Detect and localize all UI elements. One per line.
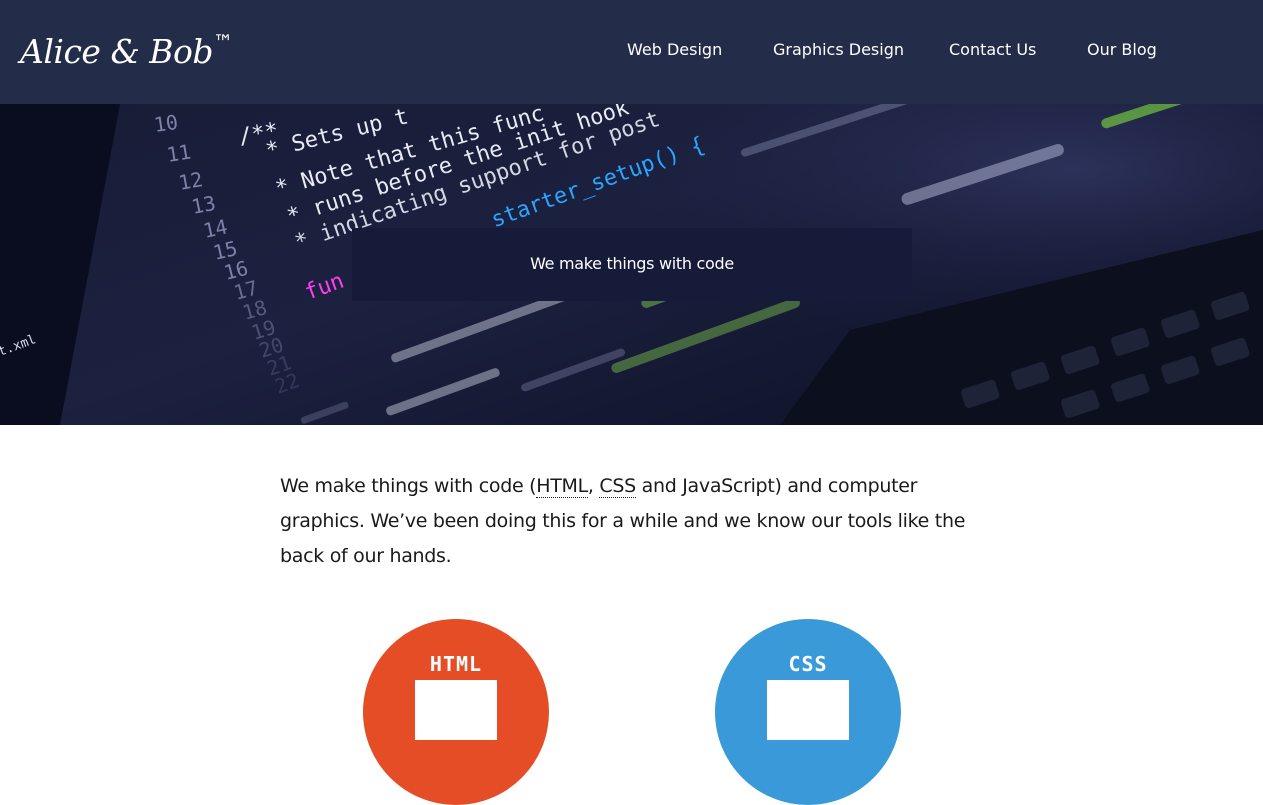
nav-link-web-design[interactable]: Web Design: [627, 38, 722, 62]
intro-paragraph: We make things with code (HTML, CSS and …: [280, 475, 966, 567]
brand-trademark: ™: [213, 30, 233, 54]
hero-tagline: We make things with code: [530, 254, 734, 273]
css-shield-icon: [767, 680, 849, 740]
css-icon-label: CSS: [788, 652, 828, 676]
nav-link-graphics-design[interactable]: Graphics Design: [773, 38, 904, 62]
svg-text:13: 13: [189, 191, 217, 219]
html-icon: HTML: [363, 619, 549, 805]
abbr-html: HTML: [536, 475, 588, 498]
svg-text:10: 10: [152, 110, 179, 137]
nav-link-our-blog[interactable]: Our Blog: [1087, 38, 1157, 62]
svg-text:12: 12: [177, 167, 205, 195]
navbar: Alice & Bob™ Web Design Graphics Design …: [0, 0, 1263, 104]
brand-logo[interactable]: Alice & Bob™: [20, 20, 233, 74]
brand-name: Alice & Bob: [20, 32, 214, 71]
svg-text:11: 11: [165, 139, 193, 166]
nav-link-contact-us[interactable]: Contact Us: [949, 38, 1036, 62]
css-icon: CSS: [715, 619, 901, 805]
html-icon-label: HTML: [429, 652, 483, 676]
hero-tagline-box: We make things with code: [352, 228, 912, 301]
html-shield-icon: [415, 680, 497, 740]
abbr-css: CSS: [599, 475, 636, 498]
